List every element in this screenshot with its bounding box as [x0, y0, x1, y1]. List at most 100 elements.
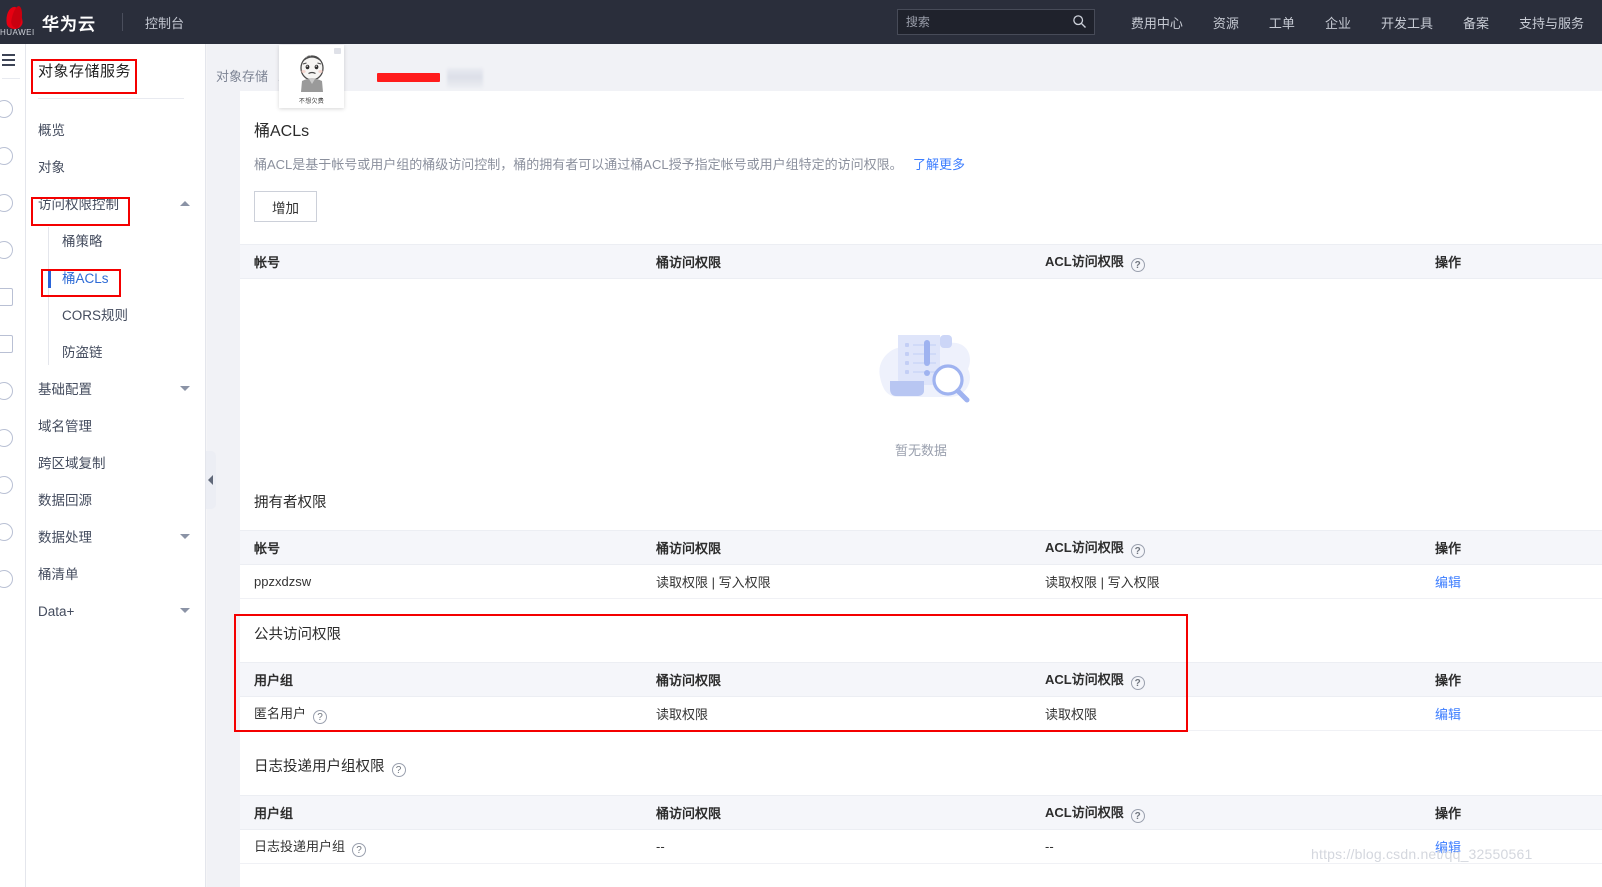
sidebar-item-overview[interactable]: 概览 [26, 112, 206, 149]
page-title: 桶ACLs [254, 123, 310, 140]
sidebar-subitem-bucket-acls[interactable]: 桶ACLs [48, 260, 206, 297]
sidebar-item-label: 基础配置 [38, 382, 92, 397]
breadcrumb: 对象存储 / [216, 66, 483, 88]
rail-icon-11[interactable] [0, 570, 13, 588]
top-menu-item-0[interactable]: 费用中心 [1131, 13, 1183, 32]
sidebar-item-data-processing[interactable]: 数据处理 [26, 519, 206, 556]
global-search[interactable] [896, 9, 1095, 35]
sidebar-collapse-handle[interactable] [206, 451, 216, 509]
public-section-title: 公共访问权限 [254, 627, 341, 643]
chevron-down-icon[interactable] [180, 608, 190, 613]
help-icon[interactable]: ? [352, 843, 367, 857]
top-menu-item-4[interactable]: 开发工具 [1381, 13, 1433, 32]
column-header-operation: 操作 [1421, 795, 1602, 830]
bucket-acl-panel: 桶ACLs 桶ACL是基于帐号或用户组的桶级访问控制，桶的拥有者可以通过桶ACL… [240, 91, 1602, 887]
chevron-down-icon[interactable] [180, 386, 190, 391]
chevron-up-icon[interactable] [180, 201, 190, 206]
column-header-acl-permission: ACL访问权限? [1031, 795, 1421, 830]
sidebar-item-cross-region-replication[interactable]: 跨区域复制 [26, 445, 206, 482]
top-menu-item-3[interactable]: 企业 [1325, 13, 1351, 32]
top-menu-item-2[interactable]: 工单 [1269, 13, 1295, 32]
cell-account: ppzxdzsw [240, 564, 642, 599]
rail-icon-3[interactable] [0, 194, 13, 212]
add-button[interactable]: 增加 [254, 191, 317, 222]
empty-state: 暂无数据 [240, 279, 1602, 487]
sidebar-item-label: 域名管理 [38, 419, 92, 434]
column-header-bucket-permission: 桶访问权限 [642, 530, 1031, 565]
column-header-acl-permission-label: ACL访问权限 [1045, 540, 1124, 555]
top-menu-item-6[interactable]: 支持与服务 [1519, 13, 1584, 32]
sidebar-subitem-label: CORS规则 [62, 308, 129, 323]
rail-icon-10[interactable] [0, 523, 13, 541]
sidebar-item-label: 数据回源 [38, 493, 92, 508]
column-header-operation: 操作 [1421, 244, 1602, 279]
edit-link[interactable]: 编辑 [1435, 707, 1461, 722]
service-icon-rail [0, 44, 26, 887]
sidebar-subitem-cors-rules[interactable]: CORS规则 [50, 297, 206, 334]
cell-user-group-label: 匿名用户 [254, 706, 307, 721]
rail-icon-2[interactable] [0, 147, 13, 165]
cell-user-group: 匿名用户? [240, 696, 642, 731]
search-input[interactable] [897, 10, 1094, 34]
column-header-acl-permission-label: ACL访问权限 [1045, 805, 1124, 820]
sidebar-item-domain-management[interactable]: 域名管理 [26, 408, 206, 445]
rail-icon-8[interactable] [0, 429, 13, 447]
rail-icon-5[interactable] [0, 288, 13, 306]
acl-table: 帐号 桶访问权限 ACL访问权限? 操作 [240, 244, 1602, 279]
column-header-operation: 操作 [1421, 530, 1602, 565]
log-section-title: 日志投递用户组权限 [254, 759, 385, 775]
search-icon[interactable] [1072, 14, 1087, 29]
column-header-acl-permission: ACL访问权限? [1031, 662, 1421, 697]
rail-icon-9[interactable] [0, 476, 13, 494]
column-header-bucket-permission: 桶访问权限 [642, 795, 1031, 830]
sidebar-item-data-plus[interactable]: Data+ [26, 593, 206, 630]
edit-link[interactable]: 编辑 [1435, 575, 1461, 590]
table-header-row: 帐号 桶访问权限 ACL访问权限? 操作 [240, 244, 1602, 279]
sidebar-item-basic-config[interactable]: 基础配置 [26, 371, 206, 408]
sidebar-item-objects[interactable]: 对象 [26, 149, 206, 186]
help-icon[interactable]: ? [313, 710, 328, 724]
help-icon[interactable]: ? [1130, 809, 1145, 823]
sidebar-subitem-bucket-policy[interactable]: 桶策略 [50, 223, 206, 260]
learn-more-link[interactable]: 了解更多 [913, 157, 965, 172]
top-navigation-bar: HUAWEI 华为云 控制台 费用中心 资源 工单 企业 开发工具 备案 支持与… [0, 0, 1602, 44]
help-icon[interactable]: ? [1130, 544, 1145, 558]
main-content: 对象存储 / 桶ACLs 桶ACL是基于帐号或用户组的桶级访问控制，桶的拥有者可… [207, 44, 1602, 887]
chevron-down-icon[interactable] [180, 534, 190, 539]
top-menu-item-1[interactable]: 资源 [1213, 13, 1239, 32]
rail-icon-6[interactable] [0, 335, 13, 353]
cell-user-group-label: 日志投递用户组 [254, 839, 346, 854]
sidebar-item-label: 桶清单 [38, 567, 79, 582]
watermark-url: https://blog.csdn.net/qq_32550561 [1311, 846, 1533, 862]
column-header-bucket-permission: 桶访问权限 [642, 662, 1031, 697]
console-link[interactable]: 控制台 [145, 13, 184, 32]
no-data-illustration-icon [879, 335, 970, 403]
sidebar-item-label: Data+ [38, 604, 75, 619]
sidebar-subitem-hotlink-protection[interactable]: 防盗链 [50, 334, 206, 371]
sidebar-subnav-access-control: 桶策略 桶ACLs CORS规则 防盗链 [26, 223, 206, 371]
sticker-corner-badge-icon [334, 48, 341, 54]
sidebar-item-label: 访问权限控制 [38, 197, 119, 212]
huawei-logo-icon[interactable]: HUAWEI [0, 0, 34, 44]
sidebar-item-access-control[interactable]: 访问权限控制 [26, 186, 206, 223]
rail-icon-4[interactable] [0, 241, 13, 259]
page-description: 桶ACL是基于帐号或用户组的桶级访问控制，桶的拥有者可以通过桶ACL授予指定帐号… [254, 157, 903, 172]
help-icon[interactable]: ? [391, 763, 406, 777]
public-access-table: 用户组 桶访问权限 ACL访问权限? 操作 匿名用户? 读取权限 读取权限 编辑 [240, 662, 1602, 731]
sticker-label: 不想欠费 [298, 99, 325, 105]
logo-wordmark: HUAWEI [0, 28, 35, 37]
emoji-sticker-popup[interactable]: 不想欠费 [279, 45, 344, 108]
help-icon[interactable]: ? [1130, 258, 1145, 272]
menu-burger-icon[interactable] [2, 54, 16, 66]
top-menu-item-5[interactable]: 备案 [1463, 13, 1489, 32]
rail-icon-1[interactable] [0, 100, 13, 118]
help-icon[interactable]: ? [1130, 676, 1145, 690]
breadcrumb-root[interactable]: 对象存储 [216, 69, 268, 84]
brand-title[interactable]: 华为云 [42, 10, 96, 35]
owner-permissions-table: 帐号 桶访问权限 ACL访问权限? 操作 ppzxdzsw 读取权限 | 写入权… [240, 530, 1602, 599]
rail-icon-7[interactable] [0, 382, 13, 400]
cell-bucket-permission: -- [642, 829, 1031, 864]
sidebar-item-bucket-inventory[interactable]: 桶清单 [26, 556, 206, 593]
sidebar-item-data-back-to-source[interactable]: 数据回源 [26, 482, 206, 519]
cell-operation: 编辑 [1421, 564, 1602, 599]
